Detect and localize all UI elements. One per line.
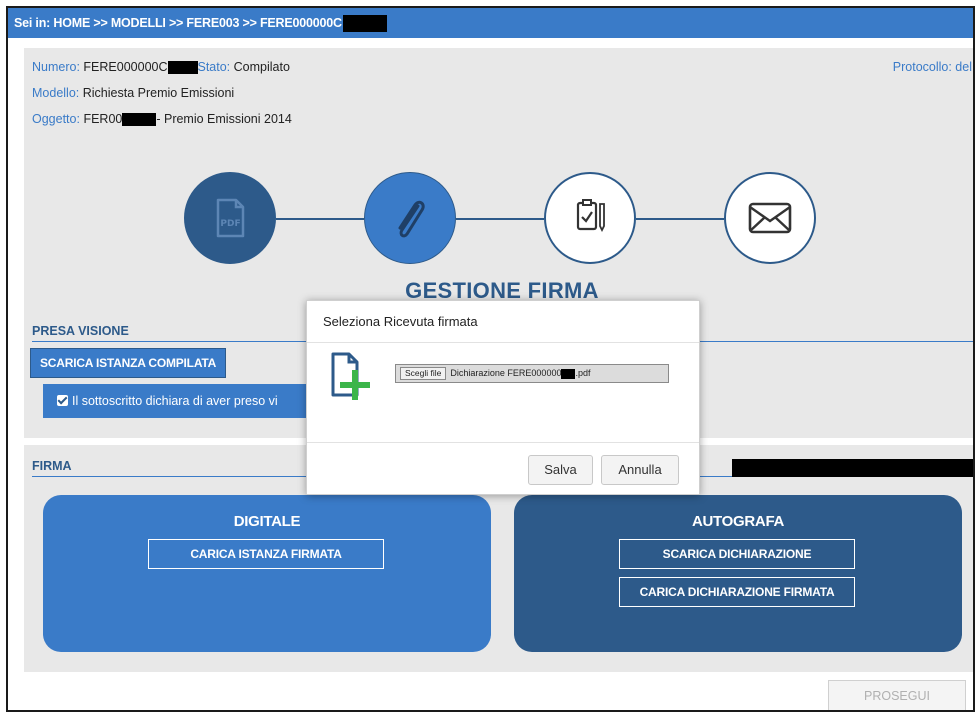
- upload-signed-instance-button[interactable]: CARICA ISTANZA FIRMATA: [148, 539, 384, 569]
- stato-value: Compilato: [233, 60, 290, 74]
- document-info-panel: Numero: FERE000000C Stato: Compilato Prot…: [24, 48, 973, 154]
- breadcrumb-text: Sei in: HOME >> MODELLI >> FERE003 >> FE…: [14, 16, 342, 30]
- redaction-bar: [561, 368, 576, 379]
- redaction-bar: [167, 61, 198, 75]
- numero-value: FERE000000C: [83, 60, 168, 74]
- redaction-bar: [342, 15, 387, 33]
- file-chooser-input[interactable]: Scegli file Dichiarazione FERE000000 .pdf: [395, 364, 669, 383]
- redaction-bar: [732, 459, 973, 477]
- step-attachment[interactable]: [364, 172, 456, 264]
- choose-file-button[interactable]: Scegli file: [400, 367, 447, 380]
- save-button[interactable]: Salva: [528, 455, 593, 485]
- acknowledgement-checkbox-row[interactable]: Il sottoscritto dichiara di aver preso v…: [43, 384, 333, 418]
- handwritten-signature-card: AUTOGRAFA SCARICA DICHIARAZIONE CARICA D…: [514, 495, 962, 652]
- oggetto-value-suffix: - Premio Emissioni 2014: [156, 112, 292, 126]
- firma-title: FIRMA: [32, 459, 72, 473]
- step-pdf[interactable]: PDF: [184, 172, 276, 264]
- redaction-bar: [122, 113, 157, 127]
- app-window: Sei in: HOME >> MODELLI >> FERE003 >> FE…: [6, 6, 975, 712]
- modello-row: Modello: Richiesta Premio Emissioni: [32, 86, 234, 100]
- download-declaration-button[interactable]: SCARICA DICHIARAZIONE: [619, 539, 855, 569]
- numero-row: Numero: FERE000000C Stato: Compilato: [32, 60, 290, 75]
- step-send[interactable]: [724, 172, 816, 264]
- modello-value: Richiesta Premio Emissioni: [82, 86, 235, 100]
- modello-label: Modello:: [32, 86, 80, 100]
- digital-signature-card: DIGITALE CARICA ISTANZA FIRMATA: [43, 495, 491, 652]
- stato-label: Stato:: [197, 60, 231, 74]
- pdf-icon: PDF: [216, 198, 245, 238]
- dialog-title: Seleziona Ricevuta firmata: [307, 301, 699, 343]
- cancel-button[interactable]: Annulla: [601, 455, 679, 485]
- presa-visione-title: PRESA VISIONE: [32, 324, 129, 338]
- acknowledgement-label: Il sottoscritto dichiara di aver preso v…: [72, 394, 278, 408]
- protocollo-label: Protocollo: del: [892, 60, 972, 74]
- oggetto-value-prefix: FER00: [83, 112, 123, 126]
- step-wizard: PDF GESTIONE FIRMA: [24, 154, 973, 306]
- prosegui-button[interactable]: PROSEGUI: [828, 680, 966, 710]
- selected-file-name: Dichiarazione FERE000000: [450, 368, 562, 378]
- selected-file-extension: .pdf: [575, 368, 591, 378]
- step-signature[interactable]: [544, 172, 636, 264]
- step-connector: [636, 218, 724, 220]
- numero-label: Numero:: [32, 60, 80, 74]
- oggetto-row: Oggetto: FER00 - Premio Emissioni 2014: [32, 112, 292, 127]
- dialog-divider: [307, 442, 699, 443]
- envelope-icon: [748, 202, 792, 234]
- paperclip-icon: [398, 200, 425, 238]
- upload-signed-declaration-button[interactable]: CARICA DICHIARAZIONE FIRMATA: [619, 577, 855, 607]
- select-receipt-dialog: Seleziona Ricevuta firmata Scegli file Di…: [306, 300, 700, 495]
- handwritten-card-title: AUTOGRAFA: [691, 513, 785, 530]
- step-connector: [276, 218, 364, 220]
- pdf-icon-label: PDF: [220, 219, 240, 229]
- download-compiled-button[interactable]: SCARICA ISTANZA COMPILATA: [30, 348, 227, 378]
- digital-card-title: DIGITALE: [233, 513, 301, 530]
- breadcrumb: Sei in: HOME >> MODELLI >> FERE003 >> FE…: [8, 8, 973, 38]
- checkbox-checked-icon[interactable]: [57, 395, 68, 406]
- clipboard-check-icon: [576, 199, 605, 233]
- step-connector: [456, 218, 544, 220]
- file-add-icon: [331, 352, 370, 400]
- oggetto-label: Oggetto:: [32, 112, 80, 126]
